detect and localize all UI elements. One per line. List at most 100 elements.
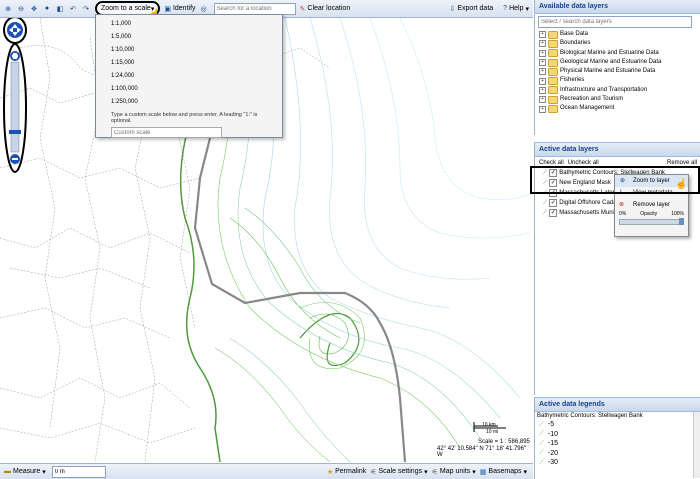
identify-icon: ▣ <box>164 5 171 13</box>
layer-category[interactable]: + Infrastructure and Transportation <box>535 86 700 95</box>
scale-option[interactable]: 1:24,000 <box>96 70 282 83</box>
info-icon: i <box>620 190 622 196</box>
category-label: Base Data <box>560 31 589 37</box>
custom-scale-hint: Type a custom scale below and press ente… <box>111 112 258 124</box>
globe-icon[interactable]: ● <box>42 4 52 14</box>
category-label: Geological Marine and Estuarine Data <box>560 58 662 65</box>
view-metadata-label: View metadata <box>633 190 673 196</box>
expand-icon[interactable]: + <box>539 77 546 85</box>
zoom-slider[interactable] <box>11 62 19 152</box>
layer-category[interactable]: + Ocean Management <box>535 104 700 114</box>
layer-search-input[interactable] <box>538 16 692 28</box>
measure-value-field[interactable] <box>51 465 106 478</box>
opacity-slider[interactable] <box>619 218 684 225</box>
map-units-button[interactable]: ⚟ Map units ▾ <box>432 468 476 476</box>
folder-icon <box>548 67 558 76</box>
layer-category[interactable]: + Base Data <box>535 30 700 39</box>
layer-category[interactable]: + Recreation and Tourism <box>535 95 700 104</box>
expand-icon[interactable]: + <box>539 59 546 67</box>
pan-icon[interactable]: ✥ <box>29 4 39 14</box>
line-style-icon: ⟋ <box>543 190 548 196</box>
legend-item: ⟋ -30 <box>535 458 700 468</box>
search-location-input[interactable] <box>213 2 296 15</box>
zoom-in-button[interactable] <box>10 51 20 61</box>
scale-option[interactable]: 1:1,000 <box>96 18 282 31</box>
layer-category[interactable]: + Geological Marine and Estuarine Data <box>535 58 700 67</box>
zoom-out-icon[interactable]: ⊖ <box>16 4 26 14</box>
remove-layer-label: Remove layer <box>633 202 671 208</box>
expand-icon[interactable]: + <box>539 49 546 57</box>
folder-icon <box>548 58 558 67</box>
available-layers-panel: Available data layers + Base Data + Bounda… <box>534 0 700 135</box>
folder-icon <box>548 39 558 48</box>
scale-option[interactable]: 1:250,000 <box>96 96 282 109</box>
cursor-hand-icon: ☝ <box>675 179 688 190</box>
folder-icon <box>548 95 558 104</box>
basemaps-button[interactable]: ▦ Basemaps ▾ <box>480 468 527 476</box>
layer-checkbox[interactable]: ✓ <box>549 199 558 207</box>
legend-panel: Active data legends Bathymetric Contours… <box>534 397 700 479</box>
contour-line-icon: ⟋ <box>539 420 544 428</box>
expand-icon[interactable]: + <box>539 96 546 104</box>
opacity-label: Opacity <box>640 211 658 217</box>
pan-north-button[interactable] <box>10 20 20 28</box>
zoom-in-icon[interactable]: ⊕ <box>3 4 13 14</box>
pan-zoom-control <box>2 16 28 176</box>
custom-scale-input[interactable] <box>111 127 222 138</box>
help-button[interactable]: ? Help ▾ <box>503 5 529 13</box>
permalink-label: Permalink <box>335 468 367 475</box>
remove-all-link[interactable]: Remove all <box>667 160 697 166</box>
export-data-button[interactable]: ⇩ Export data <box>449 5 493 13</box>
scale-settings-button[interactable]: ⚟ Scale settings ▾ <box>370 468 427 476</box>
scale-option[interactable]: 1:15,000 <box>96 57 282 70</box>
active-layers-title: Active data layers <box>535 143 700 157</box>
scale-option[interactable]: 1:10,000 <box>96 44 282 57</box>
layer-category[interactable]: + Biological Marine and Estuarine Data <box>535 49 700 58</box>
expand-icon[interactable]: + <box>539 40 546 48</box>
legend-title: Active data legends <box>535 398 700 412</box>
layer-checkbox[interactable]: ✓ <box>549 209 558 217</box>
category-label: Fisheries <box>560 77 585 84</box>
opacity-slider-handle[interactable] <box>679 218 684 225</box>
expand-icon[interactable]: + <box>539 105 546 113</box>
contour-line-icon: ⟋ <box>539 439 544 447</box>
uncheck-all-link[interactable]: Uncheck all <box>568 160 599 166</box>
clear-location-button[interactable]: ✎ Clear location <box>300 5 351 13</box>
basemaps-label: Basemaps <box>488 468 522 475</box>
scale-option[interactable]: 1:5,000 <box>96 31 282 44</box>
chevron-down-icon: ▾ <box>523 468 527 476</box>
legend-item: ⟋ -10 <box>535 430 700 440</box>
identify-button[interactable]: ▣ Identify <box>164 5 195 13</box>
legend-label: -30 <box>547 459 559 467</box>
expand-icon[interactable]: + <box>539 31 546 39</box>
check-all-link[interactable]: Check all <box>539 160 564 166</box>
permalink-button[interactable]: ★ Permalink <box>327 468 366 476</box>
chevron-down-icon: ▾ <box>42 468 46 476</box>
layer-checkbox[interactable]: ✓ <box>549 169 558 177</box>
full-extent-icon[interactable]: ◧ <box>55 4 65 14</box>
redo-icon[interactable]: ↷ <box>81 4 91 14</box>
identify-label: Identify <box>172 5 196 12</box>
zoom-out-button[interactable] <box>10 154 20 164</box>
folder-icon <box>548 86 558 95</box>
layer-checkbox[interactable]: ✓ <box>549 179 558 187</box>
scale-option[interactable]: 1:100,000 <box>96 83 282 96</box>
expand-icon[interactable]: + <box>539 68 546 76</box>
undo-icon[interactable]: ↶ <box>68 4 78 14</box>
zoom-to-scale-label: Zoom to a scale <box>101 5 151 12</box>
location-icon[interactable]: ◎ <box>199 4 209 14</box>
layer-checkbox[interactable]: ✓ <box>549 189 558 197</box>
measure-button[interactable]: ▬ Measure ▾ <box>4 468 46 476</box>
legend-layer-name: Bathymetric Contours: Stellwagen Bank <box>537 413 643 419</box>
map-units-label: Map units <box>439 468 471 475</box>
layer-category[interactable]: + Fisheries <box>535 76 700 86</box>
folder-icon <box>548 105 558 114</box>
layer-category[interactable]: + Physical Marine and Estuarine Data <box>535 67 700 76</box>
category-label: Infrastructure and Transportation <box>560 86 648 93</box>
opacity-min-label: 0% <box>619 211 627 217</box>
folder-icon <box>548 49 558 58</box>
expand-icon[interactable]: + <box>539 86 546 94</box>
legend-scrollbar[interactable] <box>693 412 700 478</box>
remove-layer-item[interactable]: ⊗ Remove layer <box>615 199 688 211</box>
layer-category[interactable]: + Boundaries <box>535 39 700 48</box>
